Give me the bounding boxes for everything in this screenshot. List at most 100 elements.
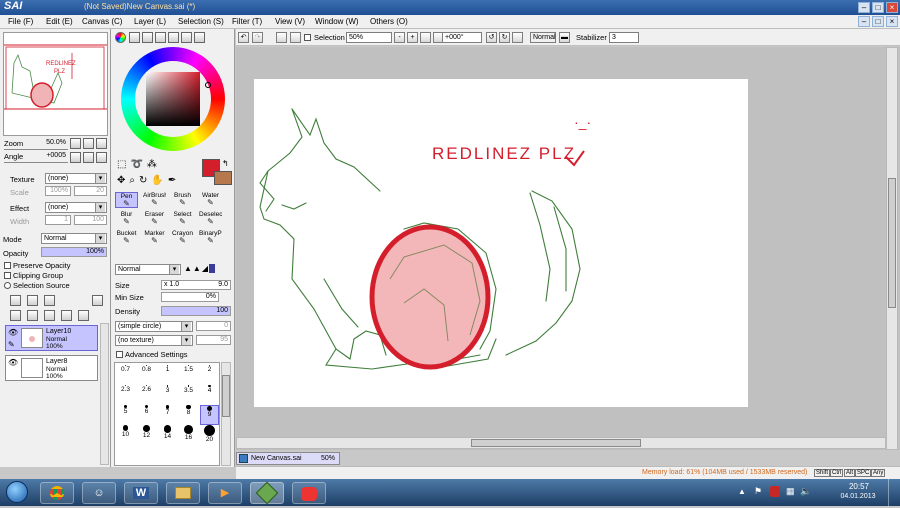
tray-network-icon[interactable]: ▦ xyxy=(786,486,795,497)
brush-size-preset[interactable]: 8 xyxy=(179,405,198,425)
tool-marker[interactable]: Marker ✎ xyxy=(143,230,166,246)
visibility-eye-icon[interactable]: 👁 xyxy=(8,358,18,367)
zoom-reset-button[interactable] xyxy=(96,138,107,149)
mode-dropdown[interactable]: Normal xyxy=(41,233,107,244)
tool-brush[interactable]: Brush ✎ xyxy=(171,192,194,208)
brush-size-preset[interactable]: 3 xyxy=(158,385,177,405)
tool-water[interactable]: Water ✎ xyxy=(199,192,222,208)
canvas-blend-mode[interactable]: Normal xyxy=(530,32,556,43)
clear-layer-button[interactable] xyxy=(44,310,55,321)
layer-item-layer8[interactable]: 👁 Layer8 Normal 100% xyxy=(5,355,98,381)
scale-number[interactable]: 20 xyxy=(74,186,107,196)
rotate-right-button[interactable] xyxy=(83,152,94,163)
menu-file[interactable]: File (F) xyxy=(8,17,33,26)
taskbar-word[interactable]: W xyxy=(124,482,158,504)
menu-edit[interactable]: Edit (E) xyxy=(46,17,73,26)
brush-size-preset[interactable]: 1 xyxy=(158,365,177,385)
width-value[interactable]: 1 xyxy=(45,215,71,225)
toolbar-zoom-out-button[interactable]: - xyxy=(394,32,405,43)
brush-size-preset[interactable]: 12 xyxy=(137,425,156,445)
new-layer-set-button[interactable] xyxy=(27,295,38,306)
zoom-value[interactable]: 50.0% xyxy=(30,139,68,148)
new-layer-button[interactable] xyxy=(10,295,21,306)
color-wheel[interactable] xyxy=(121,47,225,151)
merge-down-button[interactable] xyxy=(27,310,38,321)
brush-texture-strength[interactable]: 95 xyxy=(196,335,231,345)
tool-airbrush[interactable]: AirBrush ✎ xyxy=(143,192,166,208)
canvas-vertical-scrollbar[interactable] xyxy=(886,47,898,450)
clock-date[interactable]: 04.01.2013 xyxy=(834,493,882,500)
rgb-slider-icon[interactable] xyxy=(129,32,140,43)
taskbar-chat[interactable] xyxy=(292,482,326,504)
brush-size-preset[interactable]: 20 xyxy=(200,425,219,445)
navigator-preview[interactable]: REDLINEZ PLZ xyxy=(3,32,108,136)
move-icon[interactable]: ✥ xyxy=(117,175,129,186)
delete-layer-button[interactable] xyxy=(92,295,103,306)
tray-volume-icon[interactable]: 🔈 xyxy=(800,486,811,497)
toolbar-zoom-reset-button[interactable] xyxy=(420,32,431,43)
taskbar-chrome[interactable] xyxy=(40,482,74,504)
brush-size-preset[interactable]: 9 xyxy=(200,405,219,425)
scratchpad-icon[interactable] xyxy=(181,32,192,43)
rotation-field[interactable]: +000° xyxy=(442,32,482,43)
brush-size-preset[interactable]: 7 xyxy=(158,405,177,425)
brush-size-preset[interactable]: 4 xyxy=(200,385,219,405)
flip-canvas-button[interactable]: ▬ xyxy=(559,32,570,43)
brush-size-preset[interactable]: 3.5 xyxy=(179,385,198,405)
minimize-button[interactable]: – xyxy=(858,2,870,13)
rotate-left-button[interactable] xyxy=(70,152,81,163)
preserve-opacity-checkbox[interactable] xyxy=(4,262,11,269)
advanced-settings-checkbox[interactable] xyxy=(116,351,123,358)
color-wheel-mode-icon[interactable] xyxy=(115,32,126,43)
visibility-eye-icon[interactable]: 👁 xyxy=(8,328,18,337)
brush-size-preset[interactable]: 0.8 xyxy=(137,365,156,385)
brush-size-preset[interactable]: 1.5 xyxy=(179,365,198,385)
brush-size-preset[interactable]: 14 xyxy=(158,425,177,445)
zoom-icon[interactable]: ⌕ xyxy=(129,175,139,186)
taskbar-media-player[interactable]: ▶ xyxy=(208,482,242,504)
tray-expand-icon[interactable]: ▲ xyxy=(738,487,746,496)
brush-size-preset[interactable]: 0.7 xyxy=(116,365,135,385)
menu-selection[interactable]: Selection (S) xyxy=(178,17,224,26)
maximize-button[interactable]: □ xyxy=(872,2,884,13)
clock-time[interactable]: 20:57 xyxy=(838,482,880,491)
drawing-canvas[interactable]: REDLINEZ PLZ ·_· xyxy=(254,79,748,407)
tool-pen[interactable]: Pen ✎ xyxy=(115,192,138,208)
size-slider[interactable]: x 1.0 9.0 xyxy=(161,280,231,290)
brush-size-preset[interactable]: 5 xyxy=(116,405,135,425)
undo-button[interactable]: ↶ xyxy=(238,32,249,43)
tool-deselect[interactable]: Deselect ✎ xyxy=(199,211,222,227)
invert-selection-button[interactable] xyxy=(290,32,301,43)
new-linework-layer-button[interactable] xyxy=(44,295,55,306)
min-size-slider[interactable]: 0% xyxy=(161,292,219,302)
clipping-group-checkbox[interactable] xyxy=(4,272,11,279)
rect-select-icon[interactable]: ⬚ xyxy=(117,159,130,170)
tool-mode-dropdown[interactable]: Normal xyxy=(115,264,181,275)
selection-source-radio[interactable] xyxy=(4,282,11,289)
rotate-ccw-button[interactable]: ↺ xyxy=(486,32,497,43)
menu-view[interactable]: View (V) xyxy=(275,17,305,26)
rotate-cw-button[interactable]: ↻ xyxy=(499,32,510,43)
tool-blur[interactable]: Blur ✎ xyxy=(115,211,138,227)
magic-wand-icon[interactable]: ⁂ xyxy=(147,159,161,170)
taskbar-messenger[interactable]: ☺ xyxy=(82,482,116,504)
brush-size-preset[interactable]: 2.3 xyxy=(116,385,135,405)
taskbar-explorer[interactable] xyxy=(166,482,200,504)
tool-select[interactable]: Select ✎ xyxy=(171,211,194,227)
brush-size-preset[interactable]: 6 xyxy=(137,405,156,425)
scale-value[interactable]: 100% xyxy=(45,186,71,196)
color-palette-icon[interactable] xyxy=(194,32,205,43)
tray-antivirus-icon[interactable] xyxy=(770,486,780,497)
effect-dropdown[interactable]: (none) xyxy=(45,202,107,213)
layer-scrollbar[interactable] xyxy=(100,323,109,465)
document-tab[interactable]: New Canvas.sai 50% xyxy=(236,452,340,465)
tray-flag-icon[interactable]: ⚑ xyxy=(754,486,762,497)
menu-canvas[interactable]: Canvas (C) xyxy=(82,17,122,26)
width-number[interactable]: 100 xyxy=(74,215,107,225)
brush-preset-scrollbar[interactable] xyxy=(221,362,231,466)
layer-item-layer10[interactable]: 👁 ✎ Layer10 Normal 100% xyxy=(5,325,98,351)
brush-texture-dropdown[interactable]: (no texture) xyxy=(115,335,193,346)
tool-binarypen[interactable]: BinaryPen✎ xyxy=(199,230,222,246)
menu-layer[interactable]: Layer (L) xyxy=(134,17,166,26)
menu-window[interactable]: Window (W) xyxy=(315,17,359,26)
